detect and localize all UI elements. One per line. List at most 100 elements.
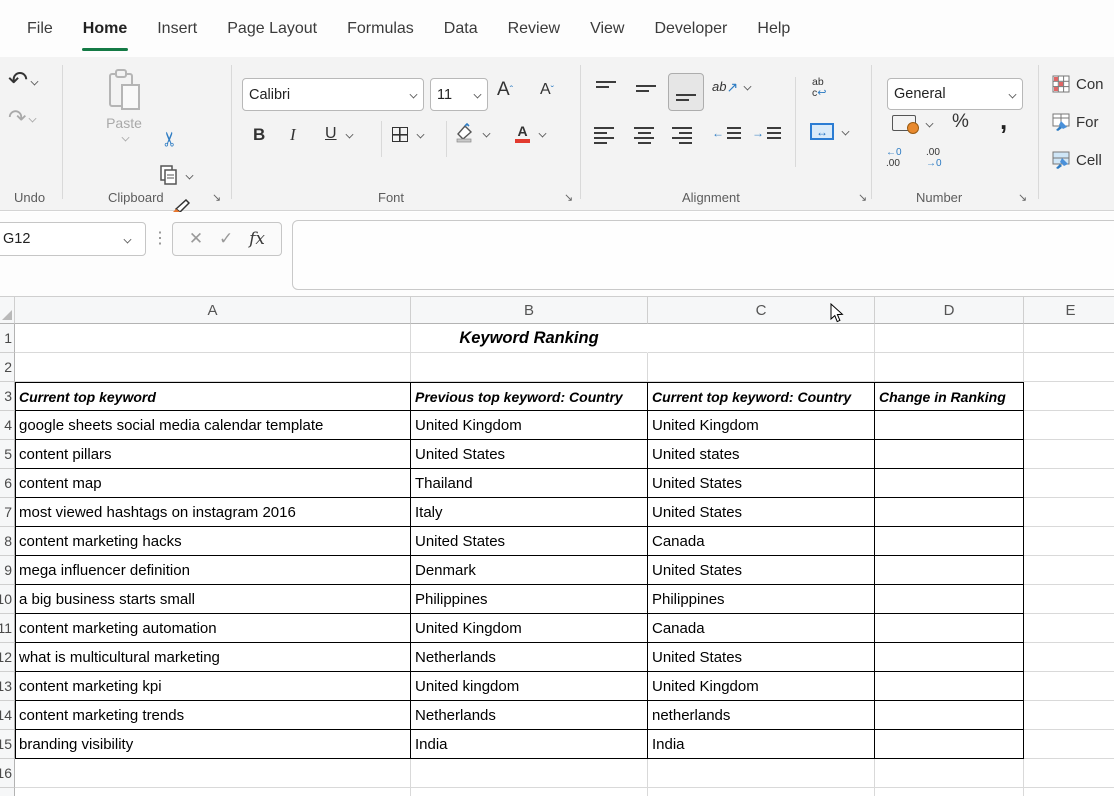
row-header-17[interactable]: 17 xyxy=(0,788,15,796)
cell-B6[interactable]: Thailand xyxy=(411,469,648,498)
cell-C14[interactable]: netherlands xyxy=(648,701,875,730)
merge-center-button[interactable]: ↔ xyxy=(810,123,849,140)
cell-C2[interactable] xyxy=(648,353,875,382)
cell-A11[interactable]: content marketing automation xyxy=(15,614,411,643)
cell-B8[interactable]: United States xyxy=(411,527,648,556)
cell-A15[interactable]: branding visibility xyxy=(15,730,411,759)
cell-C16[interactable] xyxy=(648,759,875,788)
cell-E12[interactable] xyxy=(1024,643,1114,672)
row-header-3[interactable]: 3 xyxy=(0,382,15,411)
row-header-7[interactable]: 7 xyxy=(0,498,15,527)
formula-input[interactable] xyxy=(292,220,1114,290)
bottom-align-button[interactable] xyxy=(668,73,704,111)
cell-A10[interactable]: a big business starts small xyxy=(15,585,411,614)
top-align-button[interactable] xyxy=(596,81,616,88)
center-button[interactable] xyxy=(634,127,654,144)
font-size-combo[interactable]: 11 xyxy=(430,78,488,111)
align-left-button[interactable] xyxy=(594,127,614,144)
cell-E11[interactable] xyxy=(1024,614,1114,643)
tab-view[interactable]: View xyxy=(575,0,639,57)
percent-style-button[interactable]: % xyxy=(952,111,969,133)
cell-E4[interactable] xyxy=(1024,411,1114,440)
increase-indent-button[interactable]: → xyxy=(752,127,781,139)
fill-color-button[interactable] xyxy=(454,123,490,143)
row-header-12[interactable]: 12 xyxy=(0,643,15,672)
cell-B17[interactable] xyxy=(411,788,648,796)
row-header-15[interactable]: 15 xyxy=(0,730,15,759)
cell-C17[interactable] xyxy=(648,788,875,796)
alignment-dialog-launcher[interactable]: ↘ xyxy=(858,193,867,204)
cell-E6[interactable] xyxy=(1024,469,1114,498)
cell-C13[interactable]: United Kingdom xyxy=(648,672,875,701)
shrink-font-button[interactable]: Aˇ xyxy=(540,81,554,99)
font-name-combo[interactable]: Calibri xyxy=(242,78,424,111)
cell-B10[interactable]: Philippines xyxy=(411,585,648,614)
cell-A16[interactable] xyxy=(15,759,411,788)
insert-function-button[interactable]: fx xyxy=(249,229,265,249)
row-header-4[interactable]: 4 xyxy=(0,411,15,440)
cell-A8[interactable]: content marketing hacks xyxy=(15,527,411,556)
increase-decimal-button[interactable]: ←0.00 xyxy=(886,147,902,169)
row-header-6[interactable]: 6 xyxy=(0,469,15,498)
cell-D2[interactable] xyxy=(875,353,1024,382)
cell-D17[interactable] xyxy=(875,788,1024,796)
number-dialog-launcher[interactable]: ↘ xyxy=(1018,193,1027,204)
column-header-D[interactable]: D xyxy=(875,297,1024,324)
underline-button[interactable]: U xyxy=(325,125,353,143)
select-all-corner[interactable] xyxy=(0,297,15,324)
paste-button[interactable]: Paste xyxy=(98,69,150,177)
tab-file[interactable]: File xyxy=(12,0,68,57)
cell-B5[interactable]: United States xyxy=(411,440,648,469)
cell-C9[interactable]: United States xyxy=(648,556,875,585)
cell-C6[interactable]: United States xyxy=(648,469,875,498)
grow-font-button[interactable]: Aˆ xyxy=(497,79,513,101)
italic-button[interactable]: I xyxy=(290,125,296,145)
row-header-1[interactable]: 1 xyxy=(0,324,15,353)
align-right-button[interactable] xyxy=(672,127,692,144)
comma-style-button[interactable]: , xyxy=(1000,113,1007,129)
cell-D4[interactable] xyxy=(875,411,1024,440)
cell-A17[interactable] xyxy=(15,788,411,796)
cell-B16[interactable] xyxy=(411,759,648,788)
cell-A3[interactable]: Current top keyword xyxy=(15,382,411,411)
drag-dots-icon[interactable]: ⋮ xyxy=(152,228,168,248)
cell-A14[interactable]: content marketing trends xyxy=(15,701,411,730)
cell-B2[interactable] xyxy=(411,353,648,382)
tab-formulas[interactable]: Formulas xyxy=(332,0,429,57)
cell-B14[interactable]: Netherlands xyxy=(411,701,648,730)
tab-help[interactable]: Help xyxy=(742,0,805,57)
accounting-format-button[interactable] xyxy=(892,115,933,131)
cell-D15[interactable] xyxy=(875,730,1024,759)
row-header-9[interactable]: 9 xyxy=(0,556,15,585)
cell-E2[interactable] xyxy=(1024,353,1114,382)
clipboard-dialog-launcher[interactable]: ↘ xyxy=(212,193,221,204)
cell-C15[interactable]: India xyxy=(648,730,875,759)
cancel-icon[interactable]: ✕ xyxy=(189,229,203,249)
cell-E17[interactable] xyxy=(1024,788,1114,796)
cell-E14[interactable] xyxy=(1024,701,1114,730)
cell-B11[interactable]: United Kingdom xyxy=(411,614,648,643)
row-header-13[interactable]: 13 xyxy=(0,672,15,701)
cell-E5[interactable] xyxy=(1024,440,1114,469)
row-header-5[interactable]: 5 xyxy=(0,440,15,469)
cell-D5[interactable] xyxy=(875,440,1024,469)
cell-E10[interactable] xyxy=(1024,585,1114,614)
column-header-B[interactable]: B xyxy=(411,297,648,324)
row-header-10[interactable]: 10 xyxy=(0,585,15,614)
cell-E13[interactable] xyxy=(1024,672,1114,701)
cell-B9[interactable]: Denmark xyxy=(411,556,648,585)
cell-E1[interactable] xyxy=(1024,324,1114,353)
cell-D10[interactable] xyxy=(875,585,1024,614)
cell-D9[interactable] xyxy=(875,556,1024,585)
decrease-indent-button[interactable]: ← xyxy=(712,127,741,139)
cut-button[interactable]: ✂ xyxy=(162,129,179,149)
tab-review[interactable]: Review xyxy=(493,0,575,57)
decrease-decimal-button[interactable]: .00→0 xyxy=(926,147,942,169)
cell-C10[interactable]: Philippines xyxy=(648,585,875,614)
cell-B12[interactable]: Netherlands xyxy=(411,643,648,672)
cell-E3[interactable] xyxy=(1024,382,1114,411)
tab-home[interactable]: Home xyxy=(68,0,142,57)
cell-E7[interactable] xyxy=(1024,498,1114,527)
cell-A2[interactable] xyxy=(15,353,411,382)
cell-B15[interactable]: India xyxy=(411,730,648,759)
